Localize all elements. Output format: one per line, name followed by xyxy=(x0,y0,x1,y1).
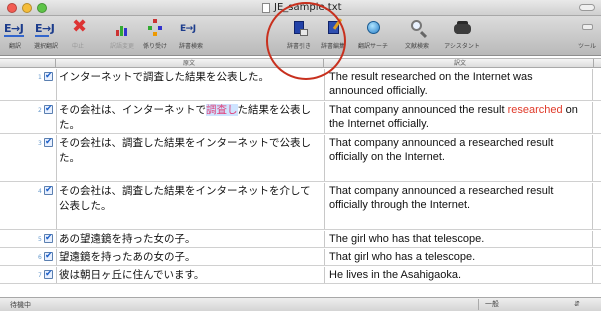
tools-icon xyxy=(575,18,599,38)
row-checkbox[interactable] xyxy=(44,103,53,115)
translation-cell[interactable]: That company announced the result resear… xyxy=(324,102,592,133)
dictionary-icon xyxy=(287,18,311,38)
row-number: 3 xyxy=(38,140,42,147)
window-title: JE_sample.txt xyxy=(274,2,342,13)
title-bar: JE_sample.txt xyxy=(0,0,601,16)
toolbar-toggle-button[interactable] xyxy=(579,4,595,11)
row-number: 4 xyxy=(38,188,42,195)
translate-selection-button[interactable]: E→J 選択翻訳 xyxy=(29,18,63,54)
column-header-source[interactable]: 原文 xyxy=(56,59,322,68)
minimize-window-button[interactable] xyxy=(22,3,32,13)
table-row[interactable]: 7 彼は朝日ヶ丘に住んでいます。 He lives in the Asahiga… xyxy=(0,267,601,284)
highlighted-source-phrase[interactable]: 調査し xyxy=(206,104,238,116)
dependency-button[interactable]: 係り受け xyxy=(140,18,170,54)
dictionary-edit-icon xyxy=(321,18,345,38)
translation-search-icon xyxy=(361,18,385,38)
row-number: 5 xyxy=(38,236,42,243)
translation-search-button[interactable]: 翻訳サーチ xyxy=(356,18,390,54)
table-row[interactable]: 2 その会社は、インターネットで調査した結果を公表した。 That compan… xyxy=(0,102,601,134)
row-checkbox[interactable] xyxy=(44,70,53,82)
source-cell[interactable]: インターネットで調査した結果を公表した。 xyxy=(56,69,322,100)
close-window-button[interactable] xyxy=(7,3,17,13)
dictionary-lookup-button[interactable]: E→J 辞書検索 xyxy=(174,18,208,54)
translation-cell[interactable]: That company announced a researched resu… xyxy=(324,183,592,229)
table-row[interactable]: 6 望遠鏡を持ったあの女の子。 That girl who has a tele… xyxy=(0,249,601,266)
translation-cell[interactable]: The girl who has that telescope. xyxy=(324,231,592,247)
row-checkbox[interactable] xyxy=(44,136,53,148)
translation-cell[interactable]: That company announced a researched resu… xyxy=(324,135,592,181)
row-checkbox[interactable] xyxy=(44,232,53,244)
row-number: 2 xyxy=(38,107,42,114)
dependency-icon xyxy=(143,18,167,38)
row-checkbox[interactable] xyxy=(44,250,53,262)
translation-cell[interactable]: That girl who has a telescope. xyxy=(324,249,592,265)
table-row[interactable]: 5 あの望遠鏡を持った女の子。 The girl who has that te… xyxy=(0,231,601,248)
table-header: 原文 訳文 xyxy=(0,58,601,68)
translation-cell[interactable]: He lives in the Asahigaoka. xyxy=(324,267,592,283)
row-checkbox[interactable] xyxy=(44,268,53,280)
source-cell[interactable]: 彼は朝日ヶ丘に住んでいます。 xyxy=(56,267,322,283)
translator-window: JE_sample.txt E→J 翻訳 E→J 選択翻訳 ✖ 中止 訳語変更 xyxy=(0,0,601,311)
status-text: 待機中 xyxy=(10,301,31,309)
document-search-button[interactable]: 文献検索 xyxy=(402,18,432,54)
source-cell[interactable]: その会社は、調査した結果をインターネットで公表した。 xyxy=(56,135,322,181)
row-number: 1 xyxy=(38,74,42,81)
row-number: 6 xyxy=(38,254,42,261)
source-cell[interactable]: その会社は、インターネットで調査した結果を公表した。 xyxy=(56,102,322,133)
translate-selection-icon: E→J xyxy=(35,22,55,37)
toolbar: E→J 翻訳 E→J 選択翻訳 ✖ 中止 訳語変更 係り受け E→J 辞書検索 xyxy=(0,16,601,56)
source-cell[interactable]: 望遠鏡を持ったあの女の子。 xyxy=(56,249,322,265)
column-header-translation[interactable]: 訳文 xyxy=(326,59,594,68)
document-icon xyxy=(262,3,270,13)
select-arrows-icon: ⇵ xyxy=(574,300,580,308)
zoom-window-button[interactable] xyxy=(37,3,47,13)
dictionary-lookup-icon: E→J xyxy=(180,24,196,34)
translation-cell[interactable]: The result researched on the Internet wa… xyxy=(324,69,592,100)
row-checkbox[interactable] xyxy=(44,184,53,196)
status-bar: 待機中 一般 ⇵ xyxy=(0,297,601,311)
document-search-icon xyxy=(405,18,429,38)
translate-je-icon: E→J xyxy=(4,22,24,37)
highlighted-translation-word[interactable]: researched xyxy=(508,104,563,116)
stop-icon: ✖ xyxy=(72,16,88,37)
dictionary-button[interactable]: 辞書引き xyxy=(286,18,312,54)
source-cell[interactable]: その会社は、調査した結果をインターネットを介して公表した。 xyxy=(56,183,322,229)
change-translation-icon xyxy=(110,18,134,38)
assistant-button[interactable]: アシスタント xyxy=(441,18,483,54)
table-row[interactable]: 3 その会社は、調査した結果をインターネットで公表した。 That compan… xyxy=(0,135,601,182)
translate-button[interactable]: E→J 翻訳 xyxy=(3,18,27,54)
row-number: 7 xyxy=(38,272,42,279)
source-cell[interactable]: あの望遠鏡を持った女の子。 xyxy=(56,231,322,247)
tools-button[interactable]: ツール xyxy=(574,18,600,54)
assistant-icon xyxy=(450,18,474,38)
change-translation-button[interactable]: 訳語変更 xyxy=(107,18,137,54)
stop-button[interactable]: ✖ 中止 xyxy=(67,16,89,54)
table-row[interactable]: 1 インターネットで調査した結果を公表した。 The result resear… xyxy=(0,69,601,101)
mode-select[interactable]: 一般 ⇵ xyxy=(478,299,584,310)
sentence-table: 1 インターネットで調査した結果を公表した。 The result resear… xyxy=(0,69,601,294)
dictionary-edit-button[interactable]: 辞書編集 xyxy=(318,18,348,54)
table-row[interactable]: 4 その会社は、調査した結果をインターネットを介して公表した。 That com… xyxy=(0,183,601,230)
